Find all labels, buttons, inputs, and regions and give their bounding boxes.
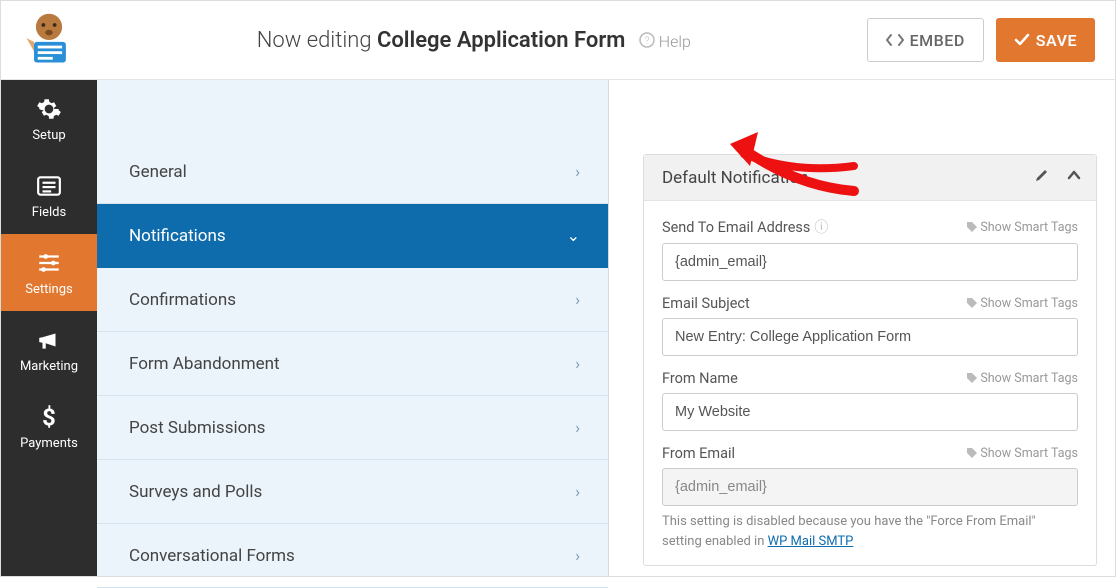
collapse-icon[interactable]: [1066, 167, 1082, 188]
menu-form-abandonment[interactable]: Form Abandonment ›: [97, 332, 608, 396]
menu-general[interactable]: General ›: [97, 140, 608, 204]
editing-title: Now editing College Application Form ?He…: [97, 28, 851, 53]
sliders-icon: [36, 250, 62, 276]
tag-icon: [966, 372, 978, 384]
side-nav: Setup Fields Settings Marketing $ Paymen…: [1, 80, 97, 576]
form-name: College Application Form: [377, 28, 625, 53]
chevron-right-icon: ›: [575, 354, 580, 373]
side-nav-setup[interactable]: Setup: [1, 80, 97, 157]
menu-conversational-forms[interactable]: Conversational Forms ›: [97, 524, 608, 588]
chevron-down-icon: ⌄: [567, 226, 580, 245]
from-name-input[interactable]: [662, 393, 1078, 431]
field-send-to: Send To Email Addressⓘ Show Smart Tags: [662, 217, 1078, 281]
side-nav-payments[interactable]: $ Payments: [1, 388, 97, 465]
tag-icon: [966, 221, 978, 233]
wpforms-logo: [1, 10, 97, 70]
megaphone-icon: [36, 327, 62, 353]
menu-confirmations[interactable]: Confirmations ›: [97, 268, 608, 332]
panel-title: Default Notification: [662, 168, 808, 188]
edit-icon[interactable]: [1034, 167, 1050, 188]
show-smart-tags[interactable]: Show Smart Tags: [966, 371, 1078, 386]
help-icon: ?: [639, 32, 655, 52]
wp-mail-smtp-link[interactable]: WP Mail SMTP: [768, 534, 854, 549]
chevron-right-icon: ›: [575, 546, 580, 565]
list-icon: [36, 173, 62, 199]
field-from-name: From Name Show Smart Tags: [662, 370, 1078, 431]
show-smart-tags[interactable]: Show Smart Tags: [966, 446, 1078, 461]
check-icon: [1014, 33, 1030, 47]
chevron-right-icon: ›: [575, 418, 580, 437]
editing-prefix: Now editing: [257, 28, 377, 53]
field-from-email: From Email Show Smart Tags This setting …: [662, 445, 1078, 551]
chevron-right-icon: ›: [575, 482, 580, 501]
chevron-right-icon: ›: [575, 290, 580, 309]
show-smart-tags[interactable]: Show Smart Tags: [966, 220, 1078, 235]
from-email-input: [662, 468, 1078, 506]
gear-icon: [36, 96, 62, 122]
help-link[interactable]: ?Help: [639, 32, 691, 51]
tag-icon: [966, 447, 978, 459]
field-email-subject: Email Subject Show Smart Tags: [662, 295, 1078, 356]
menu-surveys-polls[interactable]: Surveys and Polls ›: [97, 460, 608, 524]
side-nav-marketing[interactable]: Marketing: [1, 311, 97, 388]
svg-text:$: $: [42, 404, 56, 430]
menu-post-submissions[interactable]: Post Submissions ›: [97, 396, 608, 460]
notification-panel: Default Notification Send To Email Addre…: [643, 154, 1097, 566]
menu-notifications[interactable]: Notifications ⌄: [97, 204, 608, 268]
side-nav-settings[interactable]: Settings: [1, 234, 97, 311]
dollar-icon: $: [38, 404, 60, 430]
code-icon: [886, 33, 904, 47]
settings-menu: General › Notifications ⌄ Confirmations …: [97, 140, 608, 588]
svg-text:?: ?: [645, 36, 650, 47]
embed-button[interactable]: EMBED: [867, 18, 984, 62]
panel-header: Default Notification: [644, 155, 1096, 201]
top-bar: Now editing College Application Form ?He…: [1, 1, 1115, 80]
send-to-input[interactable]: [662, 243, 1078, 281]
chevron-right-icon: ›: [575, 162, 580, 181]
email-subject-input[interactable]: [662, 318, 1078, 356]
help-icon[interactable]: ⓘ: [814, 220, 828, 236]
show-smart-tags[interactable]: Show Smart Tags: [966, 296, 1078, 311]
save-button[interactable]: SAVE: [996, 18, 1095, 62]
side-nav-fields[interactable]: Fields: [1, 157, 97, 234]
tag-icon: [966, 297, 978, 309]
from-email-note: This setting is disabled because you hav…: [662, 512, 1078, 551]
